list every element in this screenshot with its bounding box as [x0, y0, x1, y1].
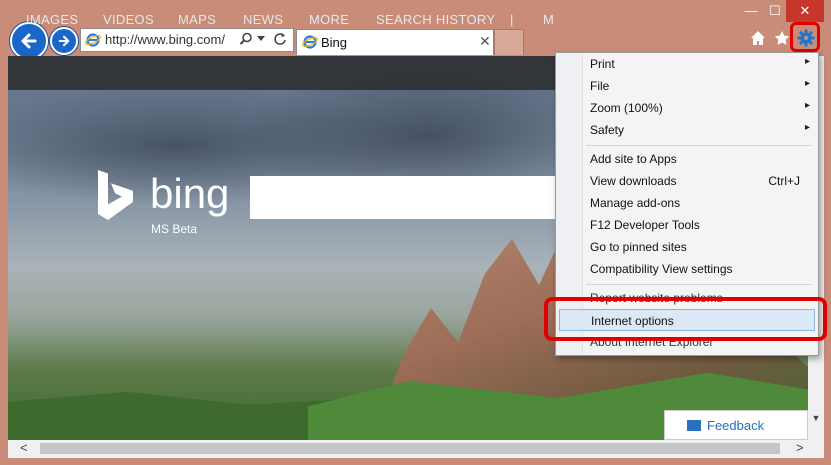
menu-item-label: F12 Developer Tools: [590, 218, 700, 232]
menu-item-label: Compatibility View settings: [590, 262, 733, 276]
speech-bubble-icon: [687, 420, 701, 431]
bing-logo-icon: [98, 170, 133, 220]
refresh-icon[interactable]: [273, 32, 287, 46]
feedback-label: Feedback: [707, 418, 765, 433]
ie-logo-icon: [85, 33, 101, 47]
menu-item-label: View downloads: [590, 174, 677, 188]
forward-button[interactable]: [50, 27, 78, 55]
nav-videos[interactable]: VIDEOS: [103, 12, 154, 27]
nav-search-history[interactable]: SEARCH HISTORY: [376, 12, 495, 27]
bing-search-input[interactable]: [250, 176, 556, 219]
menu-item-add-site-to-apps[interactable]: Add site to Apps: [556, 148, 818, 170]
horizontal-scroll-thumb[interactable]: [40, 443, 780, 454]
nav-divider: |: [510, 12, 514, 27]
tab-bing[interactable]: Bing ✕: [296, 29, 494, 55]
submenu-arrow-icon: ▸: [804, 56, 810, 67]
back-button[interactable]: [10, 22, 48, 60]
address-bar[interactable]: http://www.bing.com/: [80, 28, 294, 52]
home-icon[interactable]: [750, 30, 766, 46]
menu-item-file[interactable]: File ▸: [556, 75, 818, 97]
menu-item-zoom[interactable]: Zoom (100%) ▸: [556, 97, 818, 119]
dropdown-icon[interactable]: [257, 36, 265, 42]
menu-item-f12-developer-tools[interactable]: F12 Developer Tools: [556, 214, 818, 236]
menu-separator: [586, 284, 812, 285]
menu-item-go-to-pinned-sites[interactable]: Go to pinned sites: [556, 236, 818, 258]
forward-arrow-icon: [58, 35, 70, 47]
submenu-arrow-icon: ▸: [804, 122, 810, 133]
menu-item-label: Add site to Apps: [590, 152, 677, 166]
address-url[interactable]: http://www.bing.com/: [105, 32, 225, 47]
submenu-arrow-icon: ▸: [804, 78, 810, 89]
scroll-down-arrow[interactable]: ▼: [808, 410, 824, 426]
nav-truncated-item[interactable]: M: [543, 12, 554, 27]
search-icon[interactable]: [239, 32, 253, 46]
gear-icon[interactable]: [797, 29, 815, 47]
internet-options-highlight-box: [544, 297, 827, 341]
menu-item-safety[interactable]: Safety ▸: [556, 119, 818, 141]
nav-news[interactable]: NEWS: [243, 12, 283, 27]
scroll-right-arrow[interactable]: >: [796, 440, 804, 455]
menu-item-label: Zoom (100%): [590, 101, 663, 115]
nav-more[interactable]: MORE: [309, 12, 349, 27]
tab-title: Bing: [321, 35, 348, 50]
bing-nav-bar: [8, 56, 556, 90]
back-arrow-icon: [21, 33, 37, 49]
nav-images[interactable]: IMAGES: [26, 12, 78, 27]
menu-item-label: File: [590, 79, 610, 93]
menu-item-label: Print: [590, 57, 615, 71]
menu-item-label: Go to pinned sites: [590, 240, 687, 254]
bing-subtitle: MS Beta: [151, 222, 198, 236]
feedback-button[interactable]: Feedback: [664, 410, 808, 440]
menu-item-print[interactable]: Print ▸: [556, 53, 818, 75]
bing-logo-text: bing: [150, 170, 230, 217]
tab-close-button[interactable]: ✕: [479, 33, 491, 50]
new-tab-button[interactable]: [494, 29, 524, 55]
menu-item-view-downloads[interactable]: View downloads Ctrl+J: [556, 170, 818, 192]
menu-separator: [586, 145, 812, 146]
submenu-arrow-icon: ▸: [804, 100, 810, 111]
scroll-left-arrow[interactable]: <: [20, 440, 28, 455]
menu-item-compatibility-view-settings[interactable]: Compatibility View settings: [556, 258, 818, 280]
favorites-star-icon[interactable]: [774, 30, 790, 46]
menu-shortcut: Ctrl+J: [768, 174, 800, 188]
close-button[interactable]: ✕: [786, 0, 824, 22]
menu-item-manage-add-ons[interactable]: Manage add-ons: [556, 192, 818, 214]
nav-maps[interactable]: MAPS: [178, 12, 216, 27]
menu-item-label: Manage add-ons: [590, 196, 681, 210]
menu-item-label: Safety: [590, 123, 625, 137]
ie-logo-icon: [302, 35, 318, 49]
